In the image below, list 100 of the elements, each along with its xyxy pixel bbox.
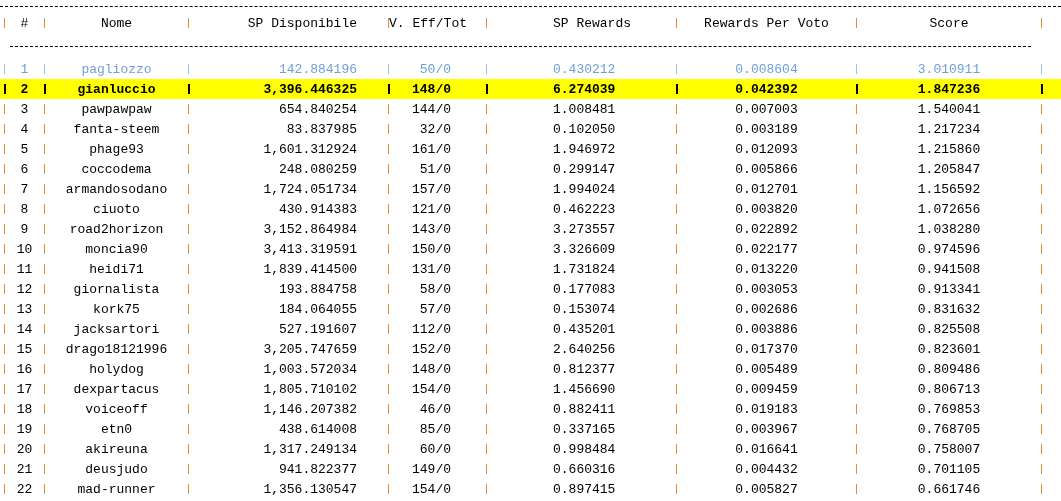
table-cell-text: 1.156592	[916, 181, 982, 197]
table-cell-text: 3,152.864984	[262, 221, 358, 237]
table-cell-text: 0.299147	[552, 161, 617, 177]
table-cell-text: 4	[19, 121, 30, 137]
table-cell-text: 1.456690	[552, 381, 617, 397]
table-cell-text: 10	[15, 241, 34, 257]
table-cell-text: 0.003820	[734, 201, 799, 217]
table-cell-text: 184.064055	[278, 301, 358, 317]
table-cell-text: 3,413.319591	[262, 241, 358, 257]
table-cell-text: 0.177083	[552, 281, 617, 297]
table-cell-text: gianluccio	[76, 81, 157, 97]
table-cell-text: 50/0	[418, 61, 452, 77]
table-cell-text: mad-runner	[76, 481, 157, 497]
table-cell-text: 0.153074	[552, 301, 617, 317]
table-cell-text: 2	[19, 81, 30, 97]
table-cell-text: 0.812377	[552, 361, 617, 377]
table-cell-text: 0.758007	[916, 441, 982, 457]
table-cell-text: 5	[19, 141, 30, 157]
column-header: SP Disponibile	[246, 15, 358, 31]
table-cell-text: 1,317.249134	[262, 441, 358, 457]
table-cell-text: 1.946972	[552, 141, 617, 157]
table-cell-text: 654.840254	[278, 101, 358, 117]
table-cell-text: 149/0	[411, 461, 452, 477]
table-cell-text: 0.003886	[734, 321, 799, 337]
table-cell-text: 3.273557	[552, 221, 617, 237]
table-cell-text: 6.274039	[552, 81, 617, 97]
table-cell-text: 8	[19, 201, 30, 217]
table-cell-text: 1.540041	[916, 101, 982, 117]
table-cell-text: 57/0	[418, 301, 452, 317]
table-cell-text: moncia90	[84, 241, 149, 257]
table-cell-text: 0.897415	[552, 481, 617, 497]
table-cell-text: 60/0	[418, 441, 452, 457]
table-cell-text: pagliozzo	[80, 61, 153, 77]
table-cell-text: 1,724.051734	[262, 181, 358, 197]
table-cell-text: 13	[15, 301, 34, 317]
table-cell-text: 0.882411	[552, 401, 617, 417]
table-cell-text: 0.701105	[916, 461, 982, 477]
table-cell-text: 7	[19, 181, 30, 197]
table-cell-text: 0.003967	[734, 421, 799, 437]
table-cell-text: 0.042392	[734, 81, 799, 97]
table-cell-text: 0.005827	[734, 481, 799, 497]
table-cell-text: 1.215860	[916, 141, 982, 157]
table-cell-text: 0.102050	[552, 121, 617, 137]
table-cell-text: 0.022892	[734, 221, 799, 237]
table-cell-text: 0.007003	[734, 101, 799, 117]
table-cell-text: 1.847236	[916, 81, 982, 97]
table-cell-text: 1.994024	[552, 181, 617, 197]
table-cell-text: 85/0	[418, 421, 452, 437]
table-cell-text: 0.004432	[734, 461, 799, 477]
table-cell-text: 0.009459	[734, 381, 799, 397]
table-cell-text: 157/0	[411, 181, 452, 197]
table-cell-text: armandosodano	[64, 181, 169, 197]
table-cell-text: 0.913341	[916, 281, 982, 297]
table-cell-text: 0.002686	[734, 301, 799, 317]
table-cell-text: 941.822377	[278, 461, 358, 477]
table-cell-text: 0.769853	[916, 401, 982, 417]
table-cell-text: 131/0	[411, 261, 452, 277]
table-cell-text: drago18121996	[64, 341, 169, 357]
column-header: V. Eff/Tot	[389, 15, 468, 31]
table-cell-text: 0.941508	[916, 261, 982, 277]
table-cell-text: 20	[15, 441, 34, 457]
table-cell-text: 144/0	[411, 101, 452, 117]
table-cell-text: 22	[15, 481, 34, 497]
table-cell-text: 0.661746	[916, 481, 982, 497]
table-cell-text: 3	[19, 101, 30, 117]
table-cell-text: 3.010911	[916, 61, 982, 77]
table-cell-text: 142.884196	[278, 61, 358, 77]
table-cell-text: 19	[15, 421, 34, 437]
table-cell-text: 0.806713	[916, 381, 982, 397]
table-cell-text: 1,356.130547	[262, 481, 358, 497]
table-cell-text: 1,805.710102	[262, 381, 358, 397]
table-cell-text: 1.731824	[552, 261, 617, 277]
table-cell-text: 11	[15, 261, 34, 277]
table-cell-text: 0.660316	[552, 461, 617, 477]
table-cell-text: 1,601.312924	[262, 141, 358, 157]
table-cell-text: 15	[15, 341, 34, 357]
table-cell-text: etn0	[99, 421, 134, 437]
table-cell-text: 0.809486	[916, 361, 982, 377]
table-cell-text: 1.205847	[916, 161, 982, 177]
table-cell-text: 1	[19, 61, 30, 77]
table-cell-text: 0.003053	[734, 281, 799, 297]
table-cell-text: 0.012093	[734, 141, 799, 157]
table-cell-text: 58/0	[418, 281, 452, 297]
table-cell-text: 14	[15, 321, 34, 337]
table-cell-text: 0.019183	[734, 401, 799, 417]
table-cell-text: 0.998484	[552, 441, 617, 457]
table-cell-text: 1,146.207382	[262, 401, 358, 417]
table-cell-text: 148/0	[411, 81, 452, 97]
table-cell-text: 21	[15, 461, 34, 477]
table-cell-text: 0.003189	[734, 121, 799, 137]
table-cell-text: 248.080259	[278, 161, 358, 177]
column-header: Nome	[99, 15, 134, 31]
table-cell-text: 18	[15, 401, 34, 417]
table-cell-text: holydog	[88, 361, 145, 377]
table-cell-text: 143/0	[411, 221, 452, 237]
table-cell-text: 1,003.572034	[262, 361, 358, 377]
table-cell-text: 0.005866	[734, 161, 799, 177]
table-cell-text: 9	[19, 221, 30, 237]
table-cell-text: 2.640256	[552, 341, 617, 357]
table-cell-text: heidi71	[88, 261, 145, 277]
